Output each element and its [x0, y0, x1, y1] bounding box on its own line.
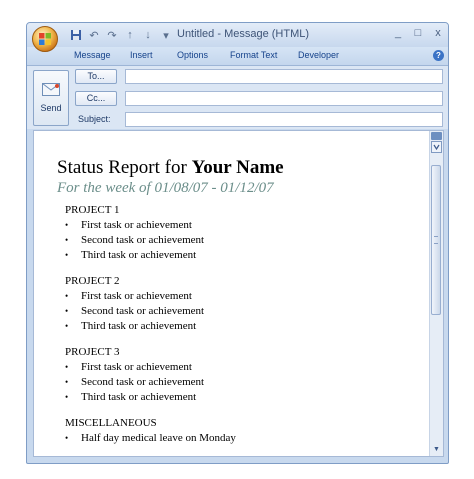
document-subtitle: For the week of 01/08/07 - 01/12/07	[57, 180, 274, 196]
list-item: • First task or achievement	[65, 290, 192, 302]
list-item: • Half day medical leave on Monday	[65, 432, 236, 444]
to-field[interactable]	[125, 69, 443, 84]
ribbon-tab-bar: Message Insert Options Format Text Devel…	[27, 47, 448, 66]
close-button[interactable]: x	[432, 27, 444, 39]
help-icon[interactable]: ?	[433, 50, 444, 61]
list-item: • Second task or achievement	[65, 376, 205, 388]
office-logo-icon	[39, 33, 51, 45]
window-title: Untitled - Message (HTML)	[177, 28, 310, 40]
list-item: • First task or achievement	[65, 219, 192, 231]
view-options-icon[interactable]	[431, 141, 442, 153]
list-item: • Third task or achievement	[65, 320, 197, 332]
section-heading: PROJECT 3	[65, 346, 120, 358]
document-title: Status Report for Your Name	[57, 157, 284, 179]
ruler-toggle-icon[interactable]	[431, 132, 442, 140]
cc-field[interactable]	[125, 91, 443, 106]
list-item: • Third task or achievement	[65, 249, 197, 261]
section-heading: PROJECT 2	[65, 275, 120, 287]
scroll-grip-icon	[434, 236, 438, 244]
quick-access-toolbar: ↶ ↷ ↑ ↓ ▾	[69, 27, 173, 43]
cc-button[interactable]: Cc...	[75, 91, 117, 106]
list-item: • Third task or achievement	[65, 391, 197, 403]
send-button[interactable]: Send	[33, 70, 69, 126]
title-name: Your Name	[191, 157, 284, 178]
tab-format-text[interactable]: Format Text	[230, 50, 277, 60]
title-plain: Status Report for	[57, 157, 192, 178]
tab-insert[interactable]: Insert	[130, 50, 153, 60]
minimize-button[interactable]: _	[392, 27, 404, 39]
tab-message[interactable]: Message	[74, 50, 111, 60]
envelope-icon	[42, 83, 60, 96]
to-button[interactable]: To...	[75, 69, 117, 84]
section-heading: PROJECT 1	[65, 204, 120, 216]
list-item: • First task or achievement	[65, 361, 192, 373]
redo-icon[interactable]: ↷	[105, 28, 119, 42]
list-item: • Second task or achievement	[65, 305, 205, 317]
subject-field[interactable]	[125, 112, 443, 127]
down-arrow-icon[interactable]: ↓	[141, 28, 155, 42]
subject-label: Subject:	[78, 114, 111, 124]
section-heading: MISCELLANEOUS	[65, 417, 157, 429]
maximize-button[interactable]: □	[412, 27, 424, 39]
office-button[interactable]	[32, 26, 58, 52]
tab-options[interactable]: Options	[177, 50, 208, 60]
vertical-scrollbar[interactable]: ▼	[429, 131, 443, 456]
up-arrow-icon[interactable]: ↑	[123, 28, 137, 42]
send-label: Send	[40, 103, 62, 113]
save-icon[interactable]	[69, 28, 83, 42]
customize-toolbar-icon[interactable]: ▾	[159, 28, 173, 42]
message-header: Send To... Cc... Subject:	[27, 66, 448, 129]
list-item: • Second task or achievement	[65, 234, 205, 246]
title-bar: ↶ ↷ ↑ ↓ ▾ Untitled - Message (HTML) _ □ …	[27, 23, 448, 47]
window-controls: _ □ x	[392, 27, 444, 39]
message-body[interactable]: Status Report for Your Name For the week…	[33, 130, 444, 457]
undo-icon[interactable]: ↶	[87, 28, 101, 42]
tab-developer[interactable]: Developer	[298, 50, 339, 60]
scroll-down-icon[interactable]: ▼	[431, 446, 442, 454]
outlook-message-window: ↶ ↷ ↑ ↓ ▾ Untitled - Message (HTML) _ □ …	[26, 22, 449, 464]
scrollbar-thumb[interactable]	[431, 165, 441, 315]
